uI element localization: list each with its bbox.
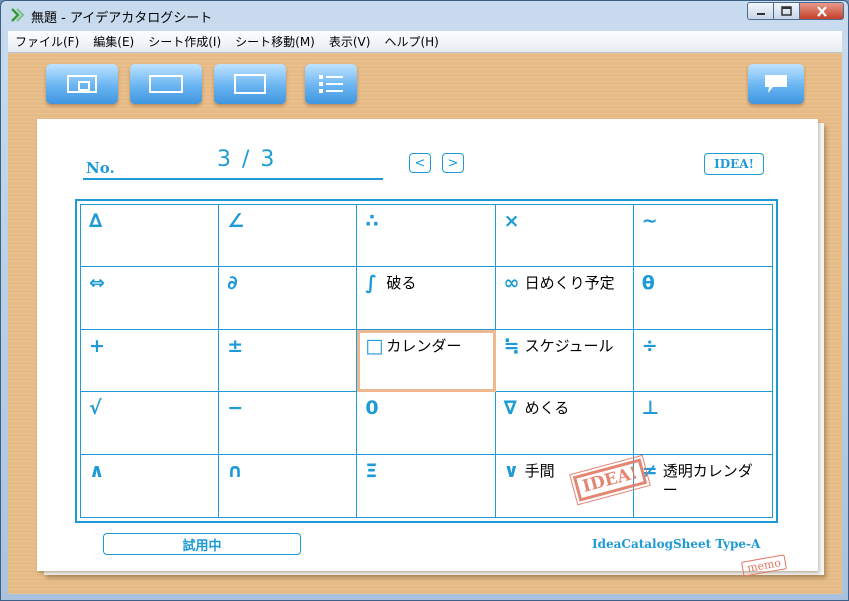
cell-symbol: × — [503, 210, 520, 232]
cell-symbol: 0 — [365, 397, 379, 420]
cell-symbol: ∞ — [503, 272, 520, 295]
idea-cell[interactable]: − — [219, 392, 358, 455]
app-icon — [11, 8, 25, 22]
idea-cell[interactable]: ∞ 日めくり予定 — [495, 267, 634, 330]
card-small-icon — [67, 75, 97, 93]
sheet-type-label: IdeaCatalogSheet Type-A — [592, 537, 761, 551]
cell-symbol: ∠ — [227, 210, 245, 232]
idea-sheet: No. 3 / 3 < > IDEA! ∆ ∠ ∴ × ∼ ⇔ ∂ ∫ 破る ∞ 日めくり予定 θ + ±… — [37, 119, 818, 577]
cell-symbol: ∇ — [503, 397, 517, 420]
idea-cell[interactable]: ∂ — [219, 267, 358, 330]
trial-status: 試用中 — [103, 533, 301, 555]
cell-symbol: ∂ — [227, 272, 238, 295]
prev-page-button[interactable]: < — [409, 153, 431, 173]
idea-cell[interactable]: ∠ — [219, 205, 358, 268]
idea-cell[interactable]: ÷ — [633, 330, 772, 393]
toolbar-view-large-button[interactable] — [214, 64, 286, 104]
card-large-icon — [234, 74, 266, 94]
workspace: No. 3 / 3 < > IDEA! ∆ ∠ ∴ × ∼ ⇔ ∂ ∫ 破る ∞ 日めくり予定 θ + ±… — [8, 53, 842, 594]
idea-cell[interactable]: 0 — [357, 392, 496, 455]
menu-file[interactable]: ファイル(F) — [8, 33, 86, 50]
menu-bar: ファイル(F) 編集(E) シート作成(I) シート移動(M) 表示(V) ヘル… — [8, 31, 842, 53]
cell-symbol: ≒ — [503, 334, 520, 357]
speech-bubble-icon — [765, 75, 787, 93]
maximize-button[interactable] — [774, 2, 800, 20]
page-indicator: 3 / 3 — [217, 147, 277, 172]
cell-text: カレンダー — [386, 336, 462, 355]
toolbar-view-wide-button[interactable] — [130, 64, 202, 104]
cell-symbol: ÷ — [641, 334, 658, 357]
idea-cell[interactable]: ± — [219, 329, 358, 393]
cell-symbol: − — [227, 397, 244, 420]
idea-cell[interactable]: θ — [633, 267, 772, 330]
idea-cell[interactable]: ≒ スケジュール — [495, 329, 634, 393]
idea-cell[interactable]: ∇ めくる — [495, 392, 634, 455]
list-icon — [319, 75, 343, 93]
toolbar-list-button[interactable] — [305, 64, 357, 104]
cell-symbol: Ξ — [365, 459, 378, 482]
idea-cell[interactable]: ≠ 透明カレンダー — [634, 455, 772, 517]
idea-cell[interactable]: ⊥ — [633, 392, 772, 455]
menu-view[interactable]: 表示(V) — [322, 33, 378, 50]
idea-cell[interactable]: ∼ — [633, 205, 772, 268]
menu-move-sheet[interactable]: シート移動(M) — [228, 33, 322, 50]
window-title: 無題 - アイデアカタログシート — [31, 11, 213, 26]
minimize-icon — [756, 13, 765, 15]
cell-symbol: + — [89, 334, 105, 357]
app-window: 無題 - アイデアカタログシート ファイル(F) 編集(E) シート作成(I) … — [0, 0, 849, 601]
idea-cell[interactable]: □ カレンダー — [357, 329, 496, 393]
cell-text: 日めくり予定 — [524, 274, 615, 293]
cell-symbol: ∴ — [365, 210, 379, 232]
cell-symbol: ∧ — [89, 459, 105, 482]
idea-cell[interactable]: ∆ — [81, 205, 220, 268]
number-underline — [83, 178, 383, 180]
close-button[interactable] — [800, 2, 844, 20]
idea-cell[interactable]: Ξ — [357, 454, 496, 517]
cell-symbol: ∨ — [503, 459, 520, 482]
number-label: No. — [86, 159, 115, 177]
next-page-button[interactable]: > — [442, 153, 464, 173]
cell-symbol: √ — [89, 397, 102, 420]
minimize-button[interactable] — [747, 2, 774, 20]
cell-symbol: ⊥ — [641, 397, 660, 420]
cell-text: めくる — [524, 399, 570, 418]
idea-cell[interactable]: √ — [81, 392, 220, 455]
maximize-icon — [781, 6, 792, 16]
cell-text: 破る — [386, 274, 417, 293]
idea-cell[interactable]: ∫ 破る — [357, 267, 496, 330]
idea-cell[interactable]: ⇔ — [81, 267, 220, 330]
card-wide-icon — [149, 75, 183, 93]
cell-symbol: ∆ — [89, 210, 103, 232]
menu-edit[interactable]: 編集(E) — [86, 33, 141, 50]
close-icon — [816, 5, 827, 17]
cell-symbol: ∩ — [227, 459, 243, 482]
menu-help[interactable]: ヘルプ(H) — [377, 33, 445, 50]
idea-cell[interactable]: ∧ — [81, 454, 220, 517]
cell-text: 手間 — [524, 461, 555, 480]
idea-cell[interactable]: + — [81, 329, 220, 393]
window-controls — [747, 2, 844, 20]
toolbar-comment-button[interactable] — [748, 64, 804, 104]
cell-symbol: ⇔ — [89, 272, 105, 295]
idea-button[interactable]: IDEA! — [704, 153, 764, 175]
menu-create-sheet[interactable]: シート作成(I) — [141, 33, 228, 50]
idea-grid-frame: ∆ ∠ ∴ × ∼ ⇔ ∂ ∫ 破る ∞ 日めくり予定 θ + ± □ カレンダー ≒ スケジュール ÷ √ −0 ∇ めく… — [75, 199, 778, 523]
cell-text: 透明カレンダー — [662, 461, 753, 499]
toolbar-view-small-button[interactable] — [46, 64, 118, 104]
cell-text: スケジュール — [524, 336, 614, 355]
idea-cell[interactable]: ∴ — [357, 205, 496, 268]
cell-symbol: ∫ — [365, 272, 377, 295]
cell-symbol: ± — [227, 334, 244, 357]
title-bar[interactable]: 無題 - アイデアカタログシート — [1, 1, 848, 31]
idea-cell[interactable]: × — [495, 205, 634, 268]
idea-cell[interactable]: ∩ — [219, 454, 358, 517]
cell-symbol: □ — [365, 334, 384, 357]
idea-grid: ∆ ∠ ∴ × ∼ ⇔ ∂ ∫ 破る ∞ 日めくり予定 θ + ± □ カレンダー ≒ スケジュール ÷ √ −0 ∇ めく… — [80, 204, 773, 518]
cell-symbol: ∼ — [641, 210, 658, 232]
cell-symbol: θ — [641, 272, 655, 295]
